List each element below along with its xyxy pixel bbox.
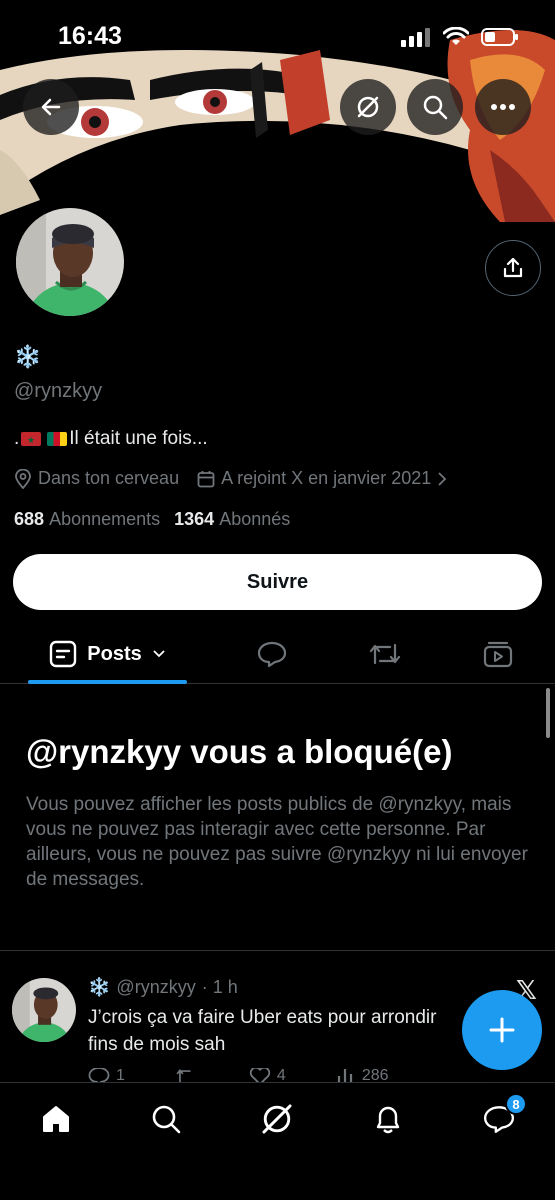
nav-notifications[interactable] (358, 1097, 418, 1141)
share-icon (503, 257, 523, 278)
tweet-text-line1: J’crois ça va faire Uber eats pour arron… (88, 1007, 437, 1028)
share-button[interactable] (485, 240, 541, 296)
tab-posts-label: Posts (87, 642, 142, 665)
grok-button[interactable] (340, 79, 396, 135)
profile-bio: . Il était une fois... (14, 428, 208, 450)
profile-stats: 688 Abonnements 1364 Abonnés (14, 509, 290, 530)
follow-button[interactable]: Suivre (13, 554, 542, 610)
status-time: 16:43 (58, 22, 122, 50)
location-text: Dans ton cerveau (38, 468, 180, 488)
tweet-author-name[interactable]: ❄️ (88, 977, 110, 998)
compose-button[interactable] (462, 990, 542, 1070)
joined-text: A rejoint X en janvier 2021 (221, 468, 432, 488)
bio-text: Il était une fois... (69, 428, 208, 449)
compose-icon (489, 1017, 515, 1043)
display-name: ❄️ (14, 344, 42, 369)
tweet-time: · 1 h (201, 977, 238, 997)
profile-tabs: Posts (0, 626, 555, 684)
tab-media[interactable] (468, 626, 528, 682)
back-arrow-icon (41, 98, 61, 116)
chevron-right-icon (438, 471, 447, 486)
reposts-icon (369, 643, 401, 665)
back-button[interactable] (23, 79, 79, 135)
grok-icon (262, 1104, 292, 1134)
blocked-description: Vous pouvez afficher les posts publics d… (26, 794, 528, 890)
location-item: Dans ton cerveau (14, 468, 179, 489)
nav-search[interactable] (136, 1097, 196, 1141)
following-label: Abonnements (49, 509, 161, 529)
replies-icon (257, 641, 287, 668)
blocked-title: @rynzkyy vous a bloqué(e) (26, 733, 453, 770)
location-icon (15, 468, 31, 489)
calendar-icon (197, 470, 215, 487)
battery-icon (481, 28, 518, 46)
profile-meta: Dans ton cerveau A rejoint X en janvier … (14, 468, 465, 489)
posts-icon (50, 640, 77, 668)
home-icon (43, 1106, 69, 1132)
tweet-avatar[interactable] (12, 978, 76, 1042)
search-icon (152, 1105, 181, 1134)
nav-messages[interactable]: 8 (469, 1093, 529, 1141)
bio-prefix: . (14, 428, 20, 449)
active-tab-underline (28, 680, 187, 684)
tweet-text[interactable]: J’crois ça va faire Uber eats pour arron… (88, 1004, 488, 1058)
avatar (16, 208, 124, 316)
search-button[interactable] (407, 79, 463, 135)
cameroon-flag-icon (47, 432, 68, 446)
bottom-navigation: 8 (0, 1082, 555, 1200)
profile-avatar[interactable] (12, 204, 128, 320)
media-icon (483, 641, 513, 668)
wifi-icon (443, 27, 469, 45)
messages-badge: 8 (505, 1093, 527, 1115)
more-icon (491, 104, 515, 110)
scrollbar[interactable] (546, 688, 550, 738)
tweet-text-line2: fins de mois sah (88, 1034, 226, 1055)
tweet-header: ❄️ @rynzkyy · 1 h (88, 977, 238, 998)
nav-grok[interactable] (247, 1097, 307, 1141)
signal-icon (401, 28, 430, 47)
following-stat[interactable]: 688 Abonnements (14, 509, 160, 530)
status-icons (401, 27, 519, 47)
joined-item[interactable]: A rejoint X en janvier 2021 (197, 468, 447, 489)
tab-posts[interactable]: Posts (28, 626, 187, 682)
search-icon (423, 95, 448, 120)
tab-reposts[interactable] (355, 626, 415, 682)
followers-label: Abonnés (219, 509, 291, 529)
nav-home[interactable] (26, 1097, 86, 1141)
divider (0, 950, 555, 951)
followers-stat[interactable]: 1364 Abonnés (174, 509, 290, 530)
more-button[interactable] (475, 79, 531, 135)
following-count: 688 (14, 509, 45, 529)
tweet-author-handle[interactable]: @rynzkyy (116, 977, 195, 998)
morocco-flag-icon (21, 432, 42, 446)
notifications-icon (376, 1106, 400, 1134)
tab-replies[interactable] (242, 626, 302, 682)
followers-count: 1364 (174, 509, 215, 529)
chevron-down-icon (153, 650, 165, 658)
status-bar: 16:43 (0, 0, 555, 70)
profile-handle: @rynzkyy (14, 380, 103, 402)
grok-icon (357, 96, 379, 118)
